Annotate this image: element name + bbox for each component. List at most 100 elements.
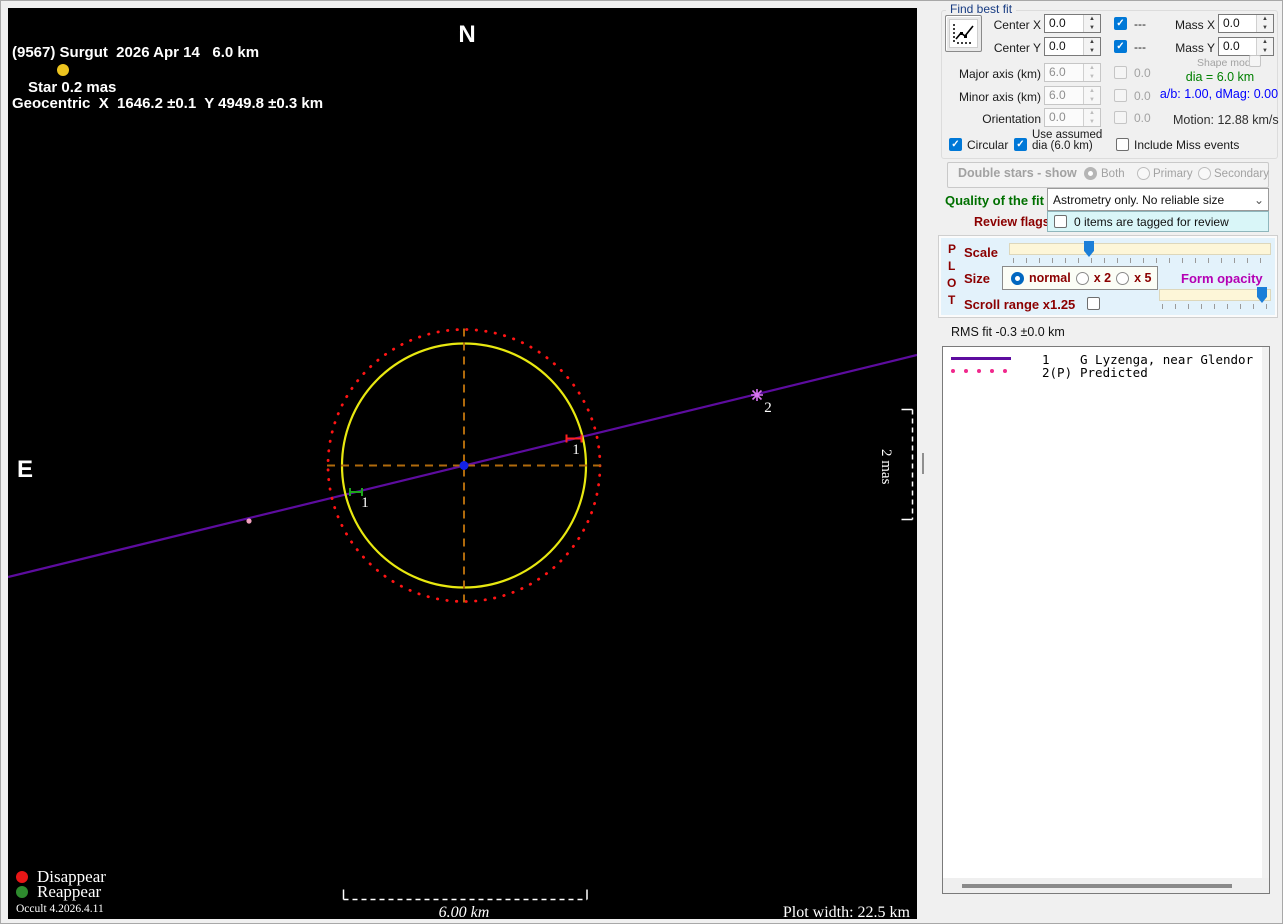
- orientation-spinner: 0.0 ▲ ▼: [1044, 108, 1101, 127]
- size-radio-group: normal x 2 x 5: [1002, 266, 1158, 290]
- double-both-label: Both: [1101, 168, 1125, 180]
- mas-scalebar-label: 2 mas: [878, 449, 894, 485]
- diameter-readout: dia = 6.0 km: [1185, 70, 1255, 84]
- center-y-checkbox[interactable]: ✓: [1114, 40, 1127, 53]
- minor-axis-checkbox: [1114, 89, 1127, 102]
- major-axis-flag: 0.0: [1134, 66, 1151, 80]
- center-x-flag: ---: [1134, 17, 1146, 31]
- star-size-label: Star 0.2 mas: [28, 79, 117, 96]
- legend-reappear-label: Reappear: [37, 881, 102, 901]
- size-x5-radio[interactable]: [1116, 271, 1130, 285]
- observation-number: 2(P): [1042, 365, 1073, 380]
- event-legend: Disappear Reappear: [16, 867, 106, 901]
- plot-title-line1: (9567) Surgut 2026 Apr 14 6.0 km: [12, 44, 260, 61]
- major-axis-label: Major axis (km): [958, 67, 1041, 81]
- quality-dropdown[interactable]: Astrometry only. No reliable size ⌄: [1047, 188, 1269, 211]
- review-flags-box: 0 items are tagged for review: [1047, 211, 1269, 232]
- spin-down-icon[interactable]: ▼: [1084, 46, 1100, 55]
- spin-up-icon[interactable]: ▲: [1084, 38, 1100, 47]
- circular-checkbox[interactable]: ✓: [949, 138, 962, 151]
- spin-up-icon[interactable]: ▲: [1257, 38, 1273, 47]
- opacity-slider-track[interactable]: [1159, 289, 1271, 301]
- size-x5-label: x 5: [1134, 271, 1152, 285]
- major-axis-spinner: 6.0 ▲ ▼: [1044, 63, 1101, 82]
- predicted-dots-swatch: [951, 369, 1007, 373]
- circular-label: Circular: [967, 138, 1009, 152]
- minor-axis-flag: 0.0: [1134, 89, 1151, 103]
- center-x-spinner[interactable]: 0.0 ▲ ▼: [1044, 14, 1101, 33]
- center-y-flag: ---: [1134, 40, 1146, 54]
- mass-y-spinner[interactable]: 0.0 ▲ ▼: [1218, 37, 1274, 56]
- listbox-vscrollbar[interactable]: [1262, 347, 1269, 878]
- minor-axis-spinner: 6.0 ▲ ▼: [1044, 86, 1101, 105]
- center-x-checkbox[interactable]: ✓: [1114, 17, 1127, 30]
- spin-down-icon[interactable]: ▼: [1257, 46, 1273, 55]
- size-normal-radio[interactable]: [1011, 271, 1024, 285]
- orientation-label: Orientation: [982, 112, 1041, 126]
- use-assumed-checkbox[interactable]: ✓: [1014, 138, 1027, 151]
- size-x2-label: x 2: [1093, 271, 1112, 285]
- double-secondary-label: Secondary: [1214, 168, 1269, 180]
- occult-window: (9567) Surgut 2026 Apr 14 6.0 km Geocent…: [0, 0, 1283, 924]
- predicted-dot: [246, 518, 252, 524]
- mas-scalebar-ticks: [901, 408, 913, 521]
- form-opacity-label: Form opacity: [1181, 271, 1263, 286]
- size-normal-label: normal: [1029, 271, 1071, 285]
- spin-up-icon[interactable]: ▲: [1257, 15, 1273, 24]
- mass-x-spinner[interactable]: 0.0 ▲ ▼: [1218, 14, 1274, 33]
- splitter-grip[interactable]: [922, 453, 924, 474]
- include-miss-checkbox[interactable]: [1116, 138, 1129, 151]
- north-label: N: [458, 21, 476, 48]
- scroll-range-checkbox[interactable]: [1087, 297, 1100, 310]
- list-item[interactable]: 2(P) Predicted: [943, 365, 1269, 380]
- review-flags-label: Review flags: [974, 215, 1050, 229]
- review-flags-checkbox[interactable]: [1054, 215, 1067, 228]
- size-x2-radio[interactable]: [1075, 271, 1089, 285]
- predicted-star-label: 2: [764, 400, 772, 416]
- scale-slider-track[interactable]: [1009, 243, 1271, 255]
- axis-ratio-readout: a/b: 1.00, dMag: 0.00: [1159, 87, 1279, 101]
- list-item[interactable]: 1 G Lyzenga, near Glendor: [943, 352, 1269, 367]
- size-label: Size: [964, 271, 991, 286]
- double-primary-radio: [1137, 167, 1150, 180]
- run-fit-button[interactable]: [945, 15, 982, 52]
- reappear-marker-label: 1: [361, 495, 369, 511]
- use-assumed-label: Use assumed dia (6.0 km): [1032, 129, 1103, 152]
- chevron-down-icon: ⌄: [1253, 192, 1265, 207]
- double-both-radio: [1084, 167, 1097, 180]
- plot-letter-o: O: [947, 276, 957, 290]
- spin-down-icon: ▼: [1084, 72, 1100, 81]
- disappear-dot-icon: [16, 870, 28, 883]
- find-best-fit-title: Find best fit: [946, 2, 1017, 16]
- spin-down-icon[interactable]: ▼: [1084, 23, 1100, 32]
- km-scalebar-label: 6.00 km: [438, 904, 490, 921]
- disappear-marker-label: 1: [572, 442, 580, 458]
- opacity-slider-ticks: [1162, 304, 1268, 309]
- center-y-label: Center Y: [993, 41, 1041, 55]
- center-y-spinner[interactable]: 0.0 ▲ ▼: [1044, 37, 1101, 56]
- spin-up-icon: ▲: [1084, 87, 1100, 96]
- quality-label: Quality of the fit: [945, 193, 1044, 208]
- scale-label: Scale: [964, 245, 998, 260]
- double-secondary-radio: [1198, 167, 1211, 180]
- spin-down-icon[interactable]: ▼: [1257, 23, 1273, 32]
- mass-x-label: Mass X: [1174, 18, 1215, 32]
- chord-swatch: [951, 357, 1011, 360]
- double-primary-label: Primary: [1153, 168, 1193, 180]
- listbox-hscrollbar[interactable]: [943, 878, 1269, 893]
- motion-readout: Motion: 12.88 km/s: [1173, 113, 1279, 127]
- orientation-flag: 0.0: [1134, 111, 1151, 125]
- include-miss-label: Include Miss events: [1134, 138, 1240, 152]
- plot-letter-l: L: [948, 259, 956, 273]
- fit-chart-icon: [949, 19, 978, 48]
- observation-name: Predicted: [1080, 365, 1148, 380]
- plot-letter-t: T: [948, 293, 956, 307]
- occultation-plot[interactable]: (9567) Surgut 2026 Apr 14 6.0 km Geocent…: [8, 8, 917, 921]
- km-scalebar-ticks: [342, 889, 588, 900]
- center-dot: [459, 461, 469, 470]
- major-axis-checkbox: [1114, 66, 1127, 79]
- hscrollbar-thumb[interactable]: [962, 884, 1232, 888]
- minor-axis-label: Minor axis (km): [958, 90, 1041, 104]
- observations-listbox[interactable]: 1 G Lyzenga, near Glendor 2(P) Predicted: [942, 346, 1270, 894]
- spin-up-icon[interactable]: ▲: [1084, 15, 1100, 24]
